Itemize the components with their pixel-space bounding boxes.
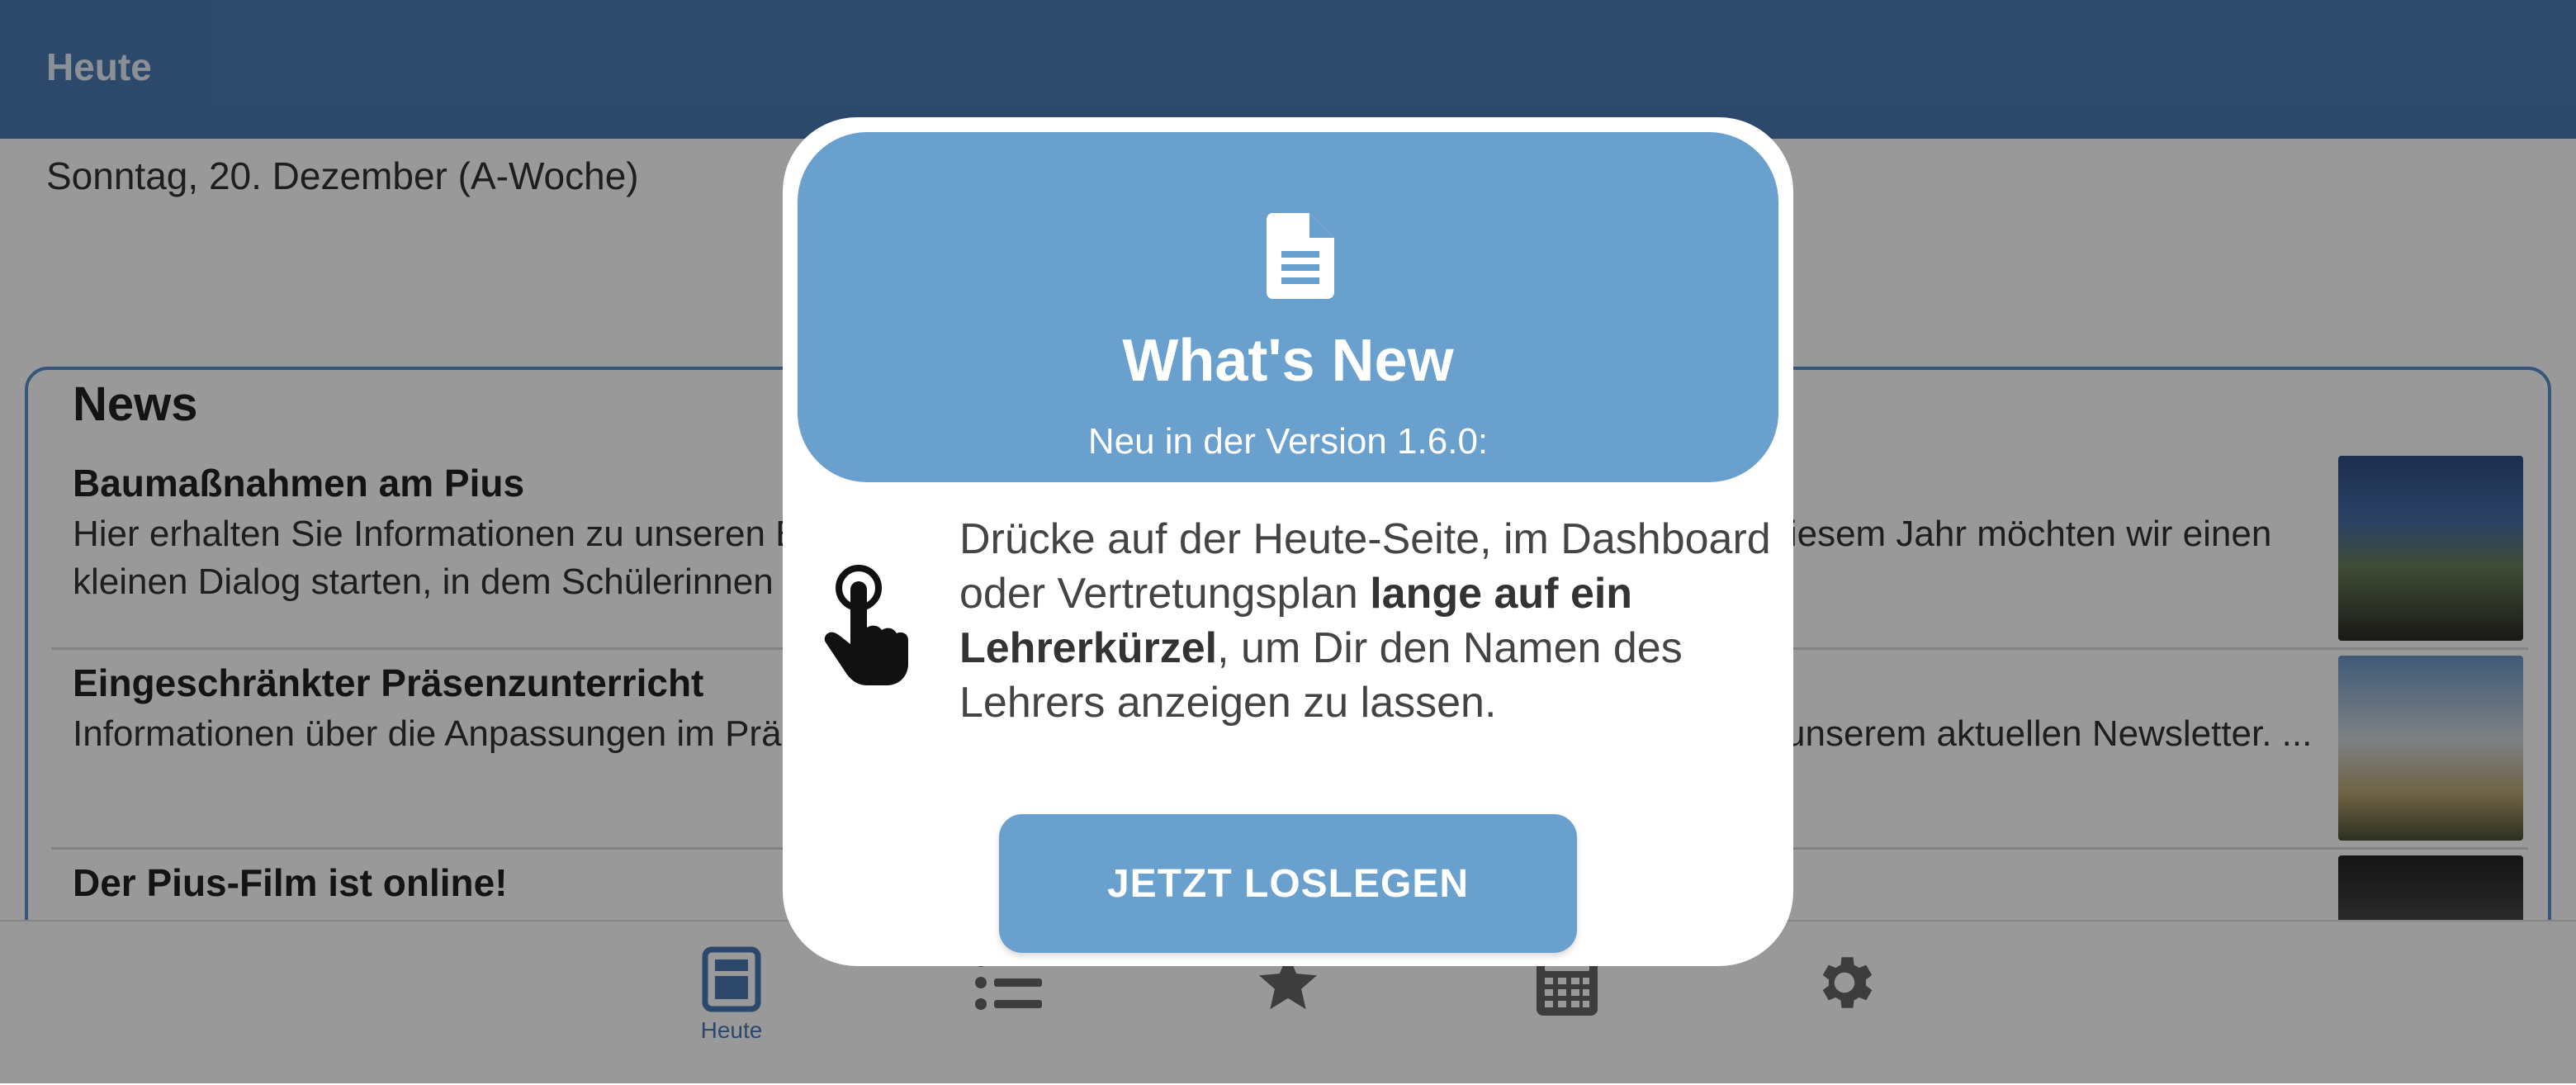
get-started-button[interactable]: JETZT LOSLEGEN	[999, 814, 1577, 953]
dialog-message-text: Drücke auf der Heute-Seite, im Dashboard…	[959, 515, 1771, 618]
dialog-header: What's New Neu in der Version 1.6.0:	[798, 132, 1778, 482]
dialog-subtitle: Neu in der Version 1.6.0:	[1087, 421, 1489, 462]
touch-hand-icon	[824, 565, 908, 685]
dialog-message: Drücke auf der Heute-Seite, im Dashboard…	[959, 512, 1785, 730]
dialog-title: What's New	[1122, 328, 1454, 394]
whats-new-dialog: What's New Neu in der Version 1.6.0: Drü…	[783, 117, 1793, 966]
document-icon	[1267, 213, 1334, 299]
